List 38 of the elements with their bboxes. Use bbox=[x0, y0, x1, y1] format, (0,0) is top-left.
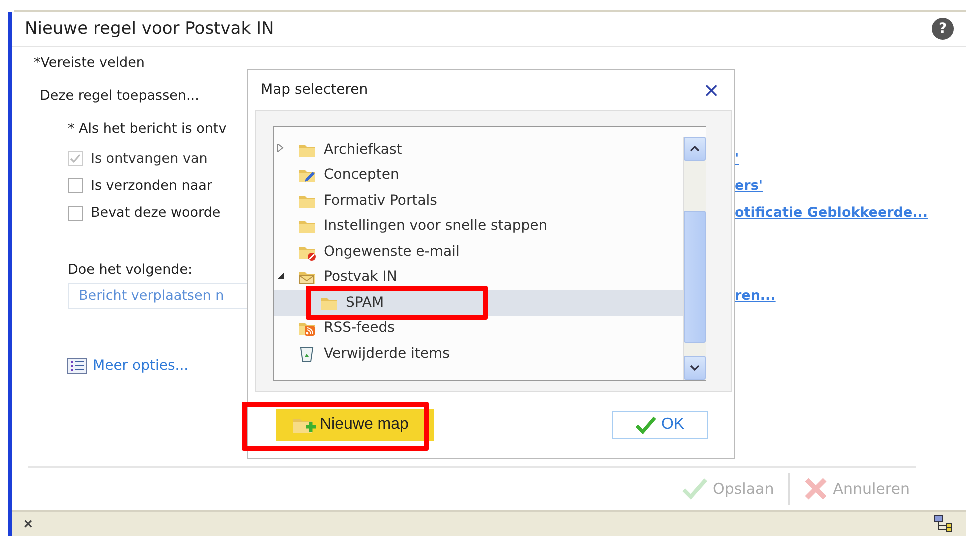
condition-heading: * Als het bericht is ontv bbox=[68, 121, 227, 137]
folder-item[interactable]: Verwijderde items bbox=[274, 341, 683, 366]
network-icon bbox=[934, 515, 954, 533]
folder-item[interactable]: RSS-feeds bbox=[274, 316, 683, 341]
folder-item[interactable]: Ongewenste e-mail bbox=[274, 239, 683, 264]
folder-item[interactable]: Postvak IN bbox=[274, 264, 683, 290]
action-heading: Doe het volgende: bbox=[68, 262, 193, 278]
folder-item[interactable]: Formativ Portals bbox=[274, 188, 683, 214]
condition-link[interactable]: ers' bbox=[735, 178, 966, 194]
checkmark-icon bbox=[635, 416, 658, 434]
condition-label: Is ontvangen van bbox=[91, 150, 208, 166]
folder-item[interactable]: Concepten bbox=[274, 162, 683, 188]
folder-item[interactable]: Instellingen voor snelle stappen bbox=[274, 214, 683, 239]
more-options-link[interactable]: Meer opties... bbox=[93, 358, 189, 374]
checkbox[interactable] bbox=[68, 178, 83, 193]
chevron-down-icon[interactable] bbox=[690, 365, 700, 371]
section-heading: Deze regel toepassen... bbox=[40, 88, 200, 104]
help-button[interactable]: ? bbox=[932, 18, 954, 40]
window-title: Nieuwe regel voor Postvak IN bbox=[25, 19, 274, 39]
list-icon bbox=[67, 358, 87, 374]
action-link[interactable]: ren... bbox=[735, 288, 966, 304]
condition-label: Bevat deze woorde bbox=[91, 205, 221, 221]
folder-item[interactable]: Archiefkast bbox=[274, 137, 683, 162]
scrollbar[interactable] bbox=[683, 137, 706, 380]
dialog-title: Map selecteren bbox=[261, 82, 368, 98]
chevron-up-icon[interactable] bbox=[690, 146, 700, 152]
checkbox[interactable] bbox=[68, 206, 83, 220]
ok-button[interactable]: OK bbox=[612, 411, 708, 439]
checkmark-icon bbox=[682, 478, 708, 500]
required-note: *Vereiste velden bbox=[34, 55, 145, 71]
close-button[interactable]: × bbox=[24, 516, 33, 532]
new-folder-button[interactable]: Nieuwe map bbox=[276, 409, 434, 441]
condition-label: Is verzonden naar bbox=[91, 178, 212, 194]
condition-link[interactable]: otificatie Geblokkeerde... bbox=[735, 205, 966, 221]
folder-item[interactable]: SPAM bbox=[274, 290, 683, 316]
close-button[interactable]: × bbox=[703, 78, 720, 102]
recycle-bin-icon bbox=[298, 344, 316, 363]
cross-icon bbox=[804, 478, 828, 500]
